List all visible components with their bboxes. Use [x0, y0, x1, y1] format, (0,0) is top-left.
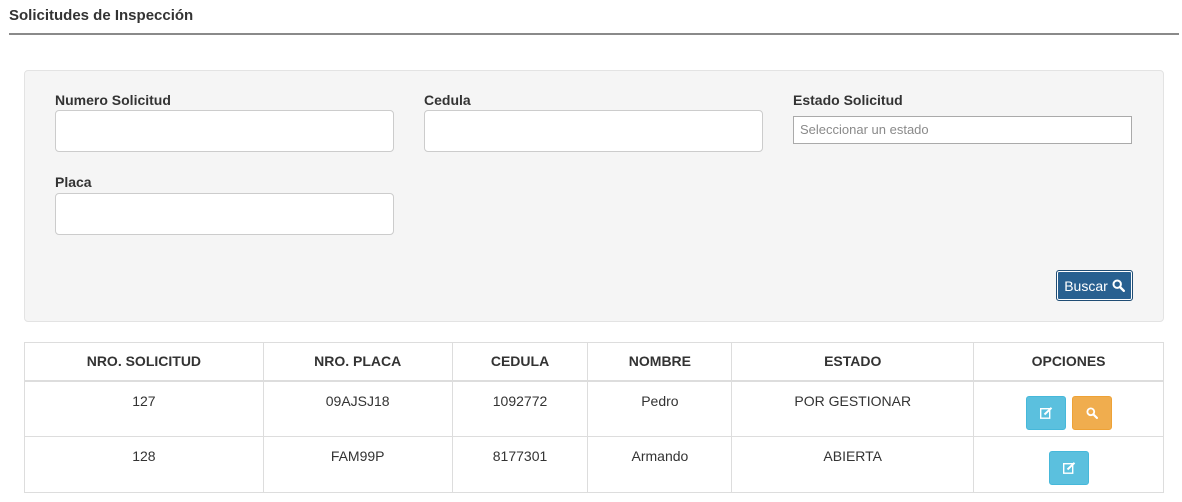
header-cedula: CEDULA [451, 342, 589, 382]
buscar-button[interactable]: Buscar [1056, 270, 1133, 301]
cell-estado: ABIERTA [731, 436, 975, 493]
title-divider [9, 33, 1179, 35]
numero-solicitud-label: Numero Solicitud [55, 92, 171, 108]
cell-nro-placa: FAM99P [262, 436, 453, 493]
cell-cedula: 8177301 [451, 436, 589, 493]
table-header-row: NRO. SOLICITUD NRO. PLACA CEDULA NOMBRE … [24, 342, 1164, 382]
results-table: NRO. SOLICITUD NRO. PLACA CEDULA NOMBRE … [24, 342, 1164, 493]
header-nro-placa: NRO. PLACA [262, 342, 453, 382]
table-row: 127 09AJSJ18 1092772 Pedro POR GESTIONAR [24, 380, 1164, 437]
cedula-input[interactable] [424, 110, 763, 152]
cell-opciones [973, 436, 1164, 493]
header-opciones: OPCIONES [973, 342, 1164, 382]
buscar-button-label: Buscar [1064, 277, 1108, 294]
search-icon [1085, 406, 1098, 419]
estado-solicitud-label: Estado Solicitud [793, 92, 903, 108]
header-nombre: NOMBRE [587, 342, 733, 382]
view-button[interactable] [1071, 395, 1112, 430]
edit-icon [1062, 462, 1075, 474]
estado-solicitud-select[interactable]: Seleccionar un estado [793, 116, 1132, 144]
cell-estado: POR GESTIONAR [731, 380, 975, 437]
cell-opciones [973, 380, 1164, 437]
numero-solicitud-input[interactable] [55, 110, 394, 152]
search-icon [1112, 279, 1125, 292]
cell-nro-solicitud: 128 [24, 436, 264, 493]
cell-nombre: Pedro [587, 380, 733, 437]
filter-panel: Numero Solicitud Cedula Estado Solicitud… [24, 70, 1164, 322]
table-row: 128 FAM99P 8177301 Armando ABIERTA [24, 436, 1164, 493]
header-estado: ESTADO [731, 342, 975, 382]
cell-nro-solicitud: 127 [24, 380, 264, 437]
cell-cedula: 1092772 [451, 380, 589, 437]
edit-button[interactable] [1025, 395, 1066, 430]
page-title: Solicitudes de Inspección [9, 7, 194, 24]
cell-nro-placa: 09AJSJ18 [262, 380, 453, 437]
placa-label: Placa [55, 174, 92, 190]
header-nro-solicitud: NRO. SOLICITUD [24, 342, 264, 382]
edit-icon [1039, 406, 1052, 419]
edit-button[interactable] [1048, 451, 1089, 485]
cedula-label: Cedula [424, 92, 471, 108]
placa-input[interactable] [55, 193, 394, 235]
cell-nombre: Armando [587, 436, 733, 493]
